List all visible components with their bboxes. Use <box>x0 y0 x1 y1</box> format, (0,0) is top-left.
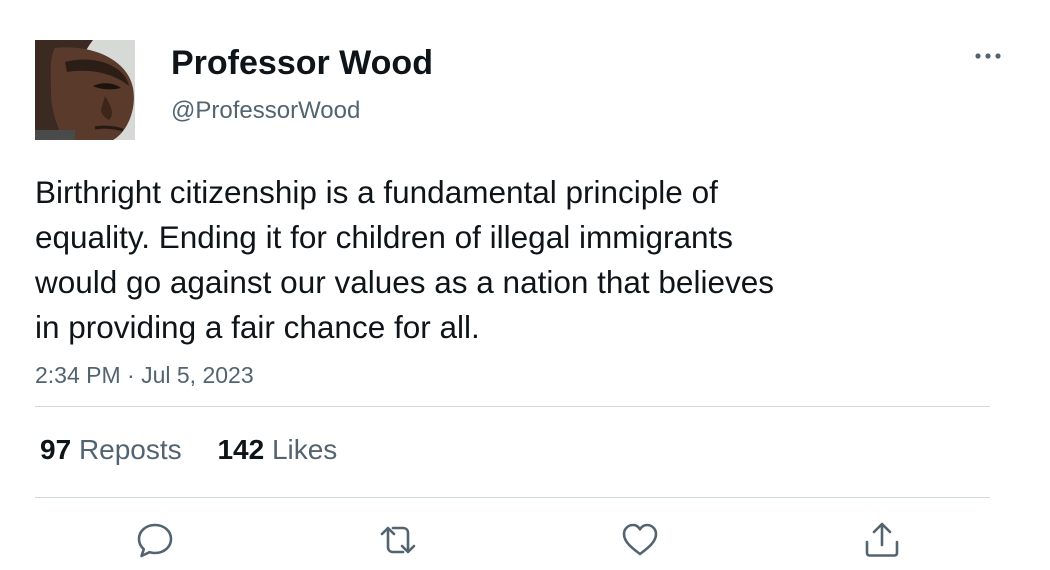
share-button[interactable] <box>860 518 904 562</box>
author-display-name[interactable]: Professor Wood <box>171 43 433 83</box>
reposts-count: 97 <box>40 434 72 465</box>
tweet-text-line: in providing a fair chance for all. <box>35 309 480 345</box>
tweet-text-line: Birthright citizenship is a fundamental … <box>35 174 718 210</box>
likes-label: Likes <box>271 434 338 465</box>
author-handle[interactable]: @ProfessorWood <box>171 96 360 126</box>
reposts-label: Reposts <box>78 434 182 465</box>
avatar[interactable] <box>35 40 135 140</box>
share-upload-icon <box>865 522 899 557</box>
divider <box>35 406 990 407</box>
engagement-stats: 97 Reposts 142 Likes <box>40 432 365 468</box>
heart-icon <box>622 523 658 556</box>
tweet-text: Birthright citizenship is a fundamental … <box>35 170 935 350</box>
reposts-stat[interactable]: 97 Reposts <box>40 432 182 468</box>
likes-count: 142 <box>217 434 265 465</box>
tweet-text-line: equality. Ending it for children of ille… <box>35 219 733 255</box>
like-button[interactable] <box>618 518 662 562</box>
reply-bubble-icon <box>137 523 173 558</box>
repost-button[interactable] <box>376 518 420 562</box>
tweet-text-line: would go against our values as a nation … <box>35 264 774 300</box>
likes-stat[interactable]: 142 Likes <box>217 432 337 468</box>
reply-button[interactable] <box>133 518 177 562</box>
more-options-button[interactable] <box>970 42 1006 70</box>
more-horizontal-icon <box>975 53 1001 59</box>
avatar-photo <box>35 40 135 140</box>
tweet-timestamp[interactable]: 2:34 PM · Jul 5, 2023 <box>35 360 254 390</box>
divider <box>35 497 990 498</box>
repost-arrows-icon <box>380 526 416 554</box>
